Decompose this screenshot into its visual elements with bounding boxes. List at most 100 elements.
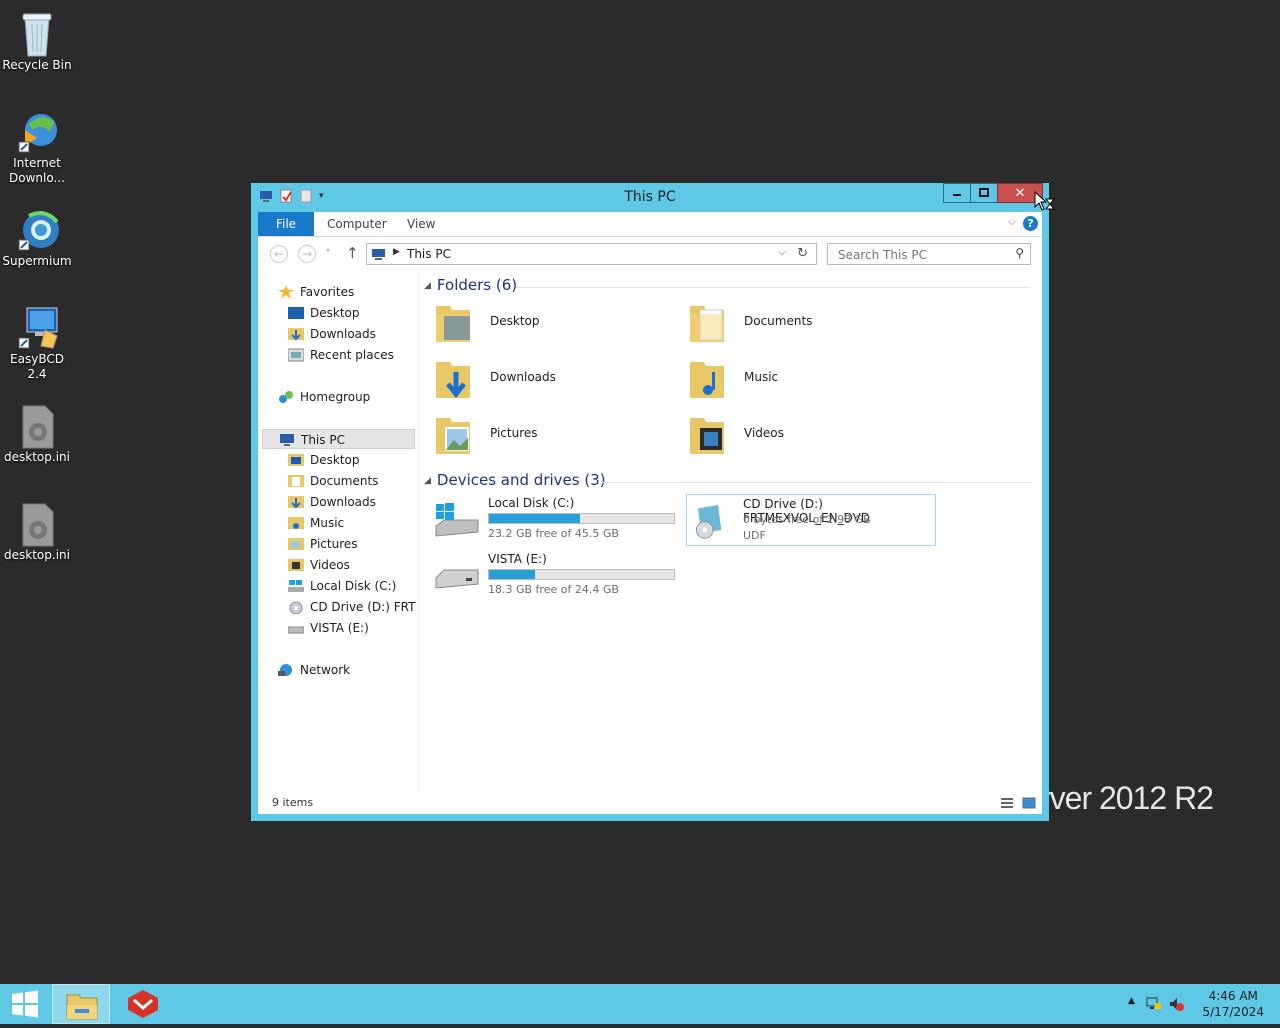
nav-pc-downloads[interactable]: Downloads [288, 492, 376, 512]
nav-homegroup[interactable]: Homegroup [278, 387, 370, 407]
this-pc-icon [279, 433, 295, 447]
desktop-icon-desktop-ini-1[interactable]: desktop.ini [0, 396, 74, 465]
nav-pc-cd-drive-d[interactable]: CD Drive (D:) FRTMEXVOL_EN_DVD [288, 597, 416, 617]
title-bar[interactable]: ▾ This PC ✕ [251, 183, 1049, 211]
settings-file-icon [15, 500, 59, 547]
windows-drive-icon [435, 503, 479, 537]
drive-cd-d[interactable]: CD Drive (D:) FRTMEXVOL_EN_DVD 0 bytes f… [686, 494, 936, 546]
internet-download-manager-icon [15, 108, 59, 153]
desktop-folder-icon [436, 306, 470, 342]
file-explorer-icon [66, 994, 98, 1020]
clock-date: 5/17/2024 [1202, 1005, 1264, 1019]
recent-locations-icon[interactable]: ▾ [326, 246, 330, 255]
address-dropdown-icon[interactable]: ⌵ [778, 247, 786, 258]
hard-drive-icon [435, 569, 479, 589]
maximize-button[interactable] [970, 183, 998, 203]
breadcrumb-chevron-icon[interactable]: ▶ [393, 247, 400, 257]
desktop-icon-internet-download-manager[interactable]: Internet Downlo... [0, 102, 74, 186]
status-bar: 9 items [258, 794, 1042, 814]
search-icon[interactable]: ⚲ [1015, 246, 1024, 260]
search-box[interactable]: ⚲ [827, 243, 1031, 265]
red-shield-app-icon [128, 990, 158, 1018]
downloads-folder-icon [436, 362, 470, 399]
documents-folder-icon [690, 306, 724, 342]
nav-pc-videos[interactable]: Videos [288, 555, 350, 575]
tab-file[interactable]: File [258, 212, 314, 236]
folder-downloads[interactable]: Downloads [424, 354, 664, 404]
breadcrumb-this-pc[interactable]: This PC [407, 247, 451, 261]
desktop-icon-supermium[interactable]: Supermium [0, 200, 74, 269]
refresh-icon[interactable]: ↻ [797, 246, 808, 261]
supermium-browser-icon [15, 206, 59, 251]
explorer-window: ▾ This PC ✕ File Computer View ⌵ ? ← → ▾… [251, 183, 1049, 821]
nav-network[interactable]: Network [278, 660, 350, 680]
drive-local-disk-c[interactable]: Local Disk (C:) 23.2 GB free of 45.5 GB [424, 494, 684, 546]
desktop-icon-easybcd[interactable]: EasyBCD 2.4 [0, 298, 74, 382]
tab-computer[interactable]: Computer [314, 212, 400, 236]
videos-folder-icon [288, 558, 304, 572]
homegroup-icon [278, 390, 294, 404]
volume-muted-icon[interactable] [1168, 996, 1184, 1012]
system-clock[interactable]: 4:46 AM 5/17/2024 [1202, 988, 1264, 1020]
recycle-bin-icon [15, 10, 59, 57]
close-icon: ✕ [1014, 185, 1026, 201]
documents-folder-icon [288, 474, 304, 488]
pictures-folder-icon [288, 537, 304, 551]
desktop-folder-icon [288, 453, 304, 467]
collapse-triangle-icon: ◢ [424, 476, 431, 486]
taskbar: ▲ 4:46 AM 5/17/2024 [0, 984, 1280, 1024]
nav-pc-desktop[interactable]: Desktop [288, 450, 360, 470]
nav-favorites-desktop[interactable]: Desktop [288, 303, 360, 323]
maximize-icon [979, 188, 989, 197]
settings-file-icon [15, 402, 59, 449]
large-icons-view-icon[interactable] [1022, 797, 1036, 809]
ribbon-tabs: File Computer View ⌵ ? [258, 212, 1042, 237]
nav-pc-vista-e[interactable]: VISTA (E:) [288, 618, 369, 638]
nav-pc-music[interactable]: Music [288, 513, 344, 533]
taskbar-app-red[interactable] [114, 984, 172, 1024]
hard-drive-icon [288, 621, 305, 635]
nav-favorites-downloads[interactable]: Downloads [288, 324, 376, 344]
tab-view[interactable]: View [394, 212, 448, 236]
desktop-icon-desktop-ini-2[interactable]: desktop.ini [0, 494, 74, 563]
star-icon [278, 284, 294, 299]
pictures-folder-icon [436, 418, 470, 454]
nav-this-pc[interactable]: This PC [262, 429, 415, 449]
nav-pc-pictures[interactable]: Pictures [288, 534, 358, 554]
details-view-icon[interactable] [1000, 797, 1014, 809]
start-button[interactable] [0, 984, 50, 1024]
cd-drive-icon [695, 505, 722, 539]
devices-group-header[interactable]: ◢ Devices and drives (3) [424, 471, 1030, 493]
folders-group-header[interactable]: ◢ Folders (6) [424, 276, 1030, 298]
this-pc-icon [372, 249, 385, 260]
show-hidden-icons-icon[interactable]: ▲ [1128, 996, 1135, 1006]
folder-pictures[interactable]: Pictures [424, 410, 664, 460]
nav-pc-local-disk-c[interactable]: Local Disk (C:) [288, 576, 396, 596]
expand-ribbon-icon[interactable]: ⌵ [1008, 215, 1016, 229]
nav-pc-documents[interactable]: Documents [288, 471, 378, 491]
nav-favorites[interactable]: Favorites [278, 282, 354, 302]
network-status-icon[interactable] [1146, 996, 1162, 1012]
back-button[interactable]: ← [270, 245, 288, 263]
nav-favorites-recent[interactable]: Recent places [288, 345, 394, 365]
taskbar-file-explorer[interactable] [52, 984, 110, 1024]
desktop-icon-label: EasyBCD 2.4 [10, 352, 64, 381]
help-icon[interactable]: ? [1023, 216, 1038, 231]
downloads-folder-icon [288, 495, 304, 509]
drive-vista-e[interactable]: VISTA (E:) 18.3 GB free of 24.4 GB [424, 550, 684, 602]
folder-videos[interactable]: Videos [678, 410, 918, 460]
folder-documents[interactable]: Documents [678, 298, 918, 348]
folder-music[interactable]: Music [678, 354, 918, 404]
folder-desktop[interactable]: Desktop [424, 298, 664, 348]
desktop-icon-recycle-bin[interactable]: Recycle Bin [0, 4, 74, 73]
desktop-icon-label: Recycle Bin [2, 58, 72, 72]
forward-button[interactable]: → [298, 245, 316, 263]
search-input[interactable] [836, 247, 1010, 263]
desktop-folder-icon [288, 306, 304, 320]
minimize-button[interactable] [943, 183, 971, 203]
address-bar[interactable]: ▶ This PC ⌵ ↻ [366, 243, 817, 265]
music-folder-icon [690, 362, 724, 398]
up-button[interactable]: ↑ [346, 244, 359, 262]
system-tray: ▲ 4:46 AM 5/17/2024 [1120, 984, 1280, 1024]
downloads-folder-icon [288, 327, 304, 341]
